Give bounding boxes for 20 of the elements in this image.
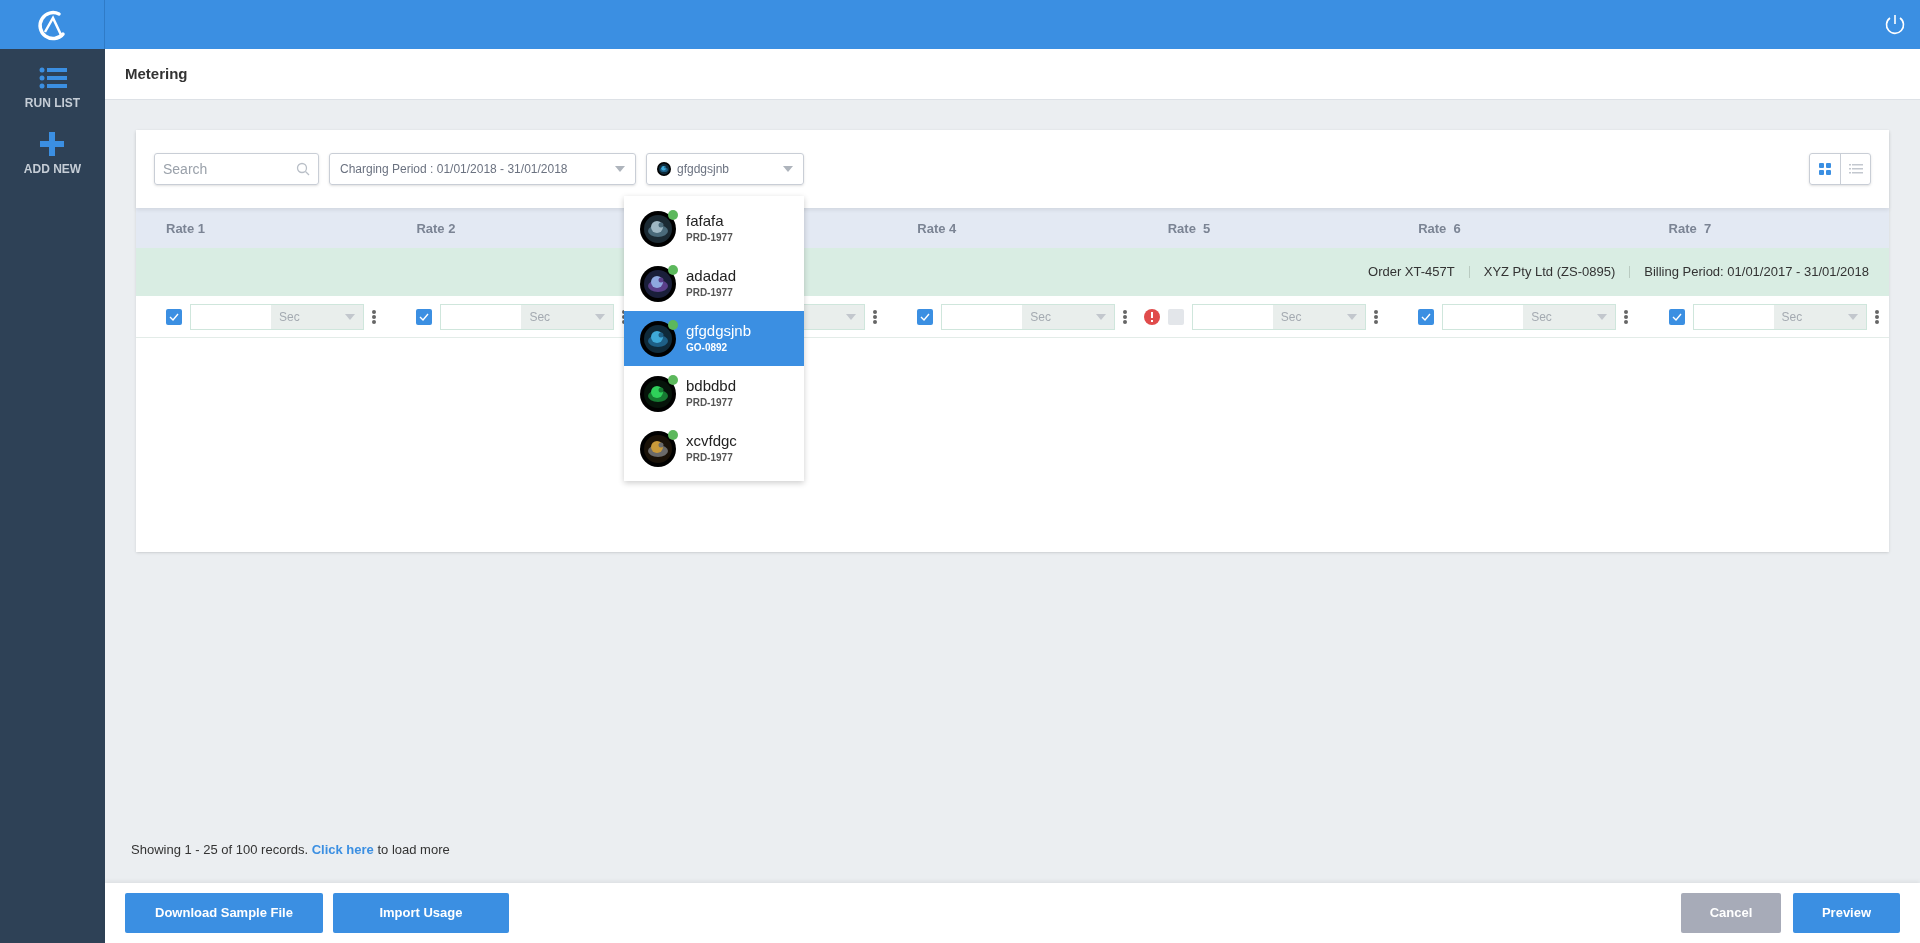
user-code: PRD-1977 xyxy=(686,396,734,410)
column-header: Rate 2 xyxy=(416,221,456,236)
column-header: Rate 7 xyxy=(1668,221,1712,236)
info-text: Order XT-457T xyxy=(1368,263,1455,282)
user-code: GO-0892 xyxy=(686,341,729,355)
user-code: PRD-1977 xyxy=(686,451,734,465)
page-title: Metering xyxy=(125,63,188,84)
info-text: Billing Period: 01/01/2017 - 31/01/2018 xyxy=(1644,263,1869,282)
column-header: Rate 4 xyxy=(917,221,957,236)
pagination-text: Showing 1 - 25 of 100 records. Click here to load more xyxy=(131,840,451,859)
column-header: Rate 1 xyxy=(166,221,206,236)
info-text: XYZ Pty Ltd (ZS-0895) xyxy=(1483,263,1616,282)
user-name: xcvfdgc xyxy=(686,432,737,450)
user-code: PRD-1977 xyxy=(686,286,734,300)
user-name: adadad xyxy=(686,267,737,285)
user-code: PRD-1977 xyxy=(686,231,733,245)
user-name: fafafa xyxy=(686,212,725,230)
user-name: bdbdbd xyxy=(686,377,737,395)
column-header: Rate 6 xyxy=(1418,221,1461,236)
column-header: Rate 5 xyxy=(1167,221,1211,236)
